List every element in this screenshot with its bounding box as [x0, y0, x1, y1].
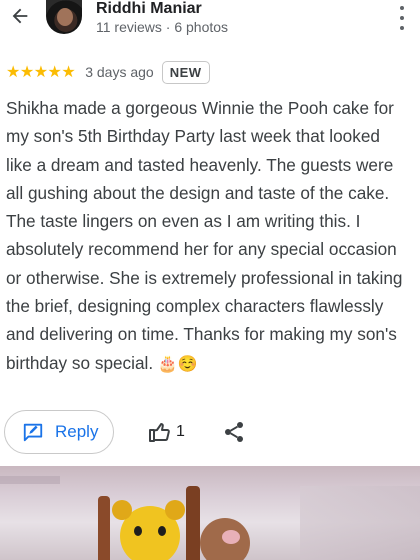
reviewer-avatar[interactable]: [46, 0, 82, 34]
review-emoji: 🎂☺️: [157, 355, 198, 373]
like-button[interactable]: 1: [148, 420, 185, 444]
reply-button[interactable]: Reply: [4, 410, 114, 454]
review-date: 3 days ago: [85, 64, 154, 80]
review-text: Shikha made a gorgeous Winnie the Pooh c…: [6, 98, 403, 373]
like-count: 1: [176, 423, 185, 440]
thumbs-up-icon: [149, 423, 170, 442]
reply-pencil-icon: [23, 423, 43, 442]
new-badge: NEW: [161, 60, 210, 84]
review-text-block: Shikha made a gorgeous Winnie the Pooh c…: [6, 94, 410, 379]
reviewer-meta: 11 reviews · 6 photos: [96, 19, 229, 35]
rating-row: ★★★★★ 3 days ago NEW: [6, 60, 210, 84]
reviewer-name[interactable]: Riddhi Maniar: [96, 0, 202, 18]
more-options-icon[interactable]: [396, 6, 408, 30]
review-header: Riddhi Maniar 11 reviews · 6 photos: [0, 0, 420, 44]
star-rating: ★★★★★: [6, 64, 76, 81]
review-actions: Reply 1: [0, 410, 420, 456]
review-photo[interactable]: [0, 466, 420, 560]
share-icon[interactable]: [222, 420, 246, 449]
back-arrow-icon[interactable]: [6, 2, 34, 30]
reply-label: Reply: [55, 422, 99, 441]
